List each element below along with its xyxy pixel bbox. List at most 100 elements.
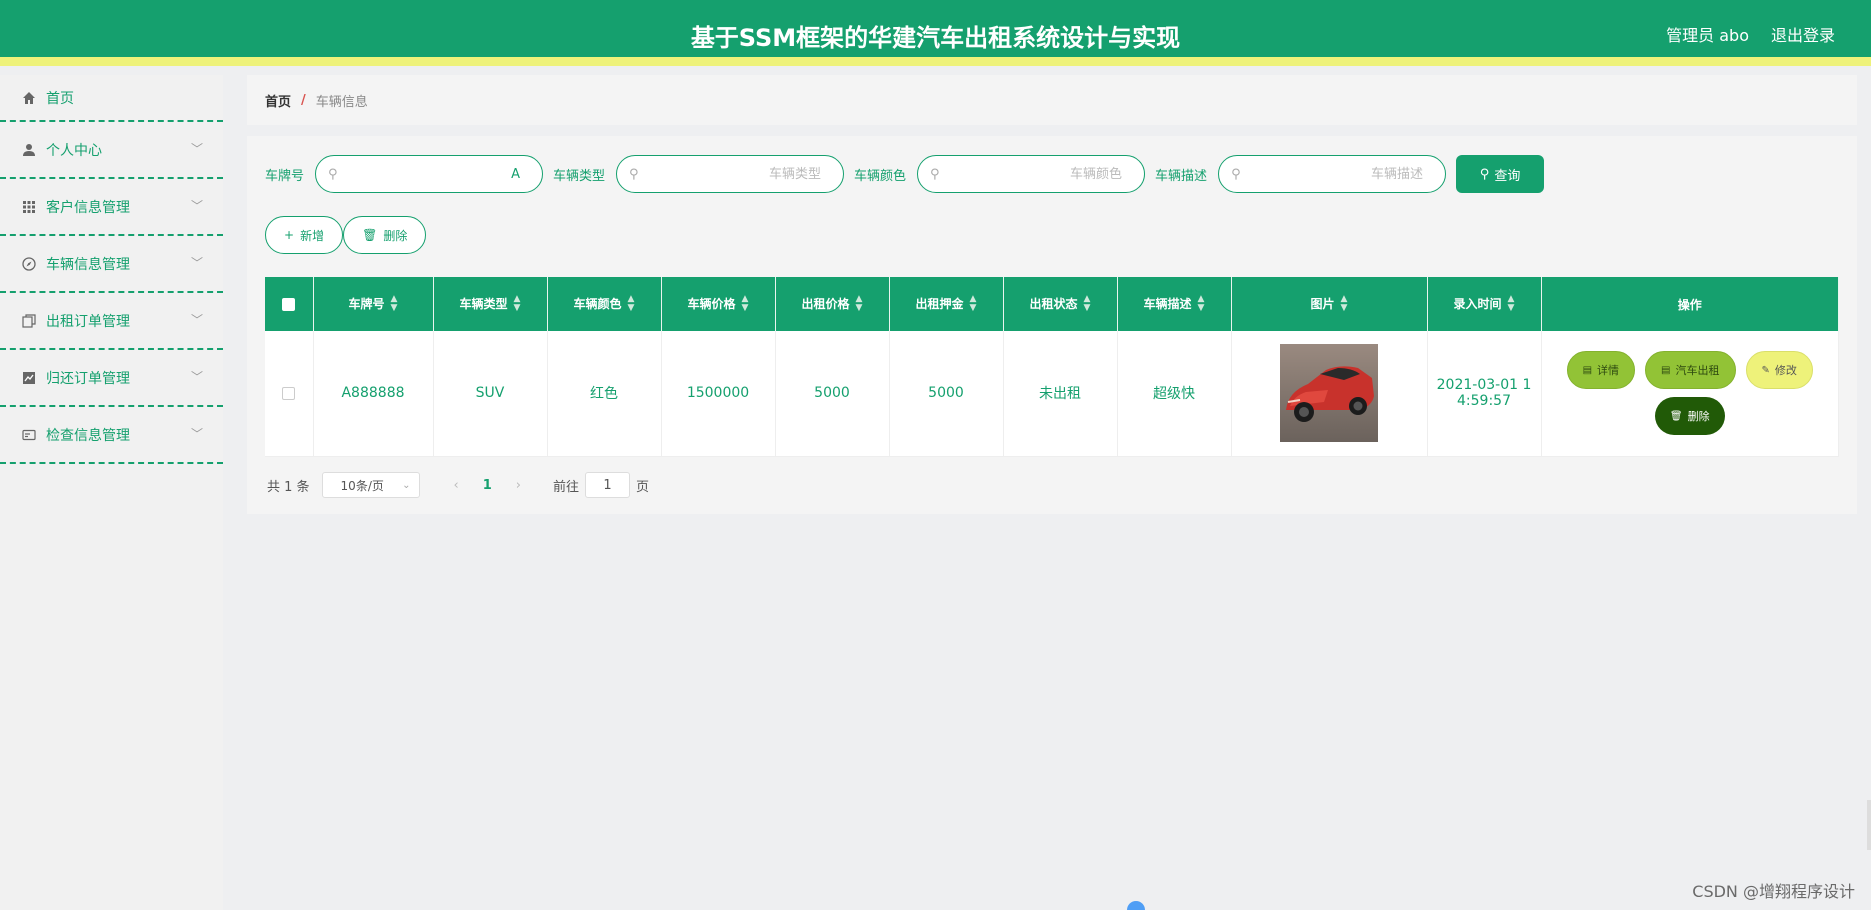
sort-icon: ▲ ▼ bbox=[1507, 294, 1515, 314]
type-search-input[interactable]: ⚲ bbox=[616, 155, 845, 193]
sidebar-item-label: 个人中心 bbox=[46, 142, 102, 159]
breadcrumb-home[interactable]: 首页 bbox=[265, 91, 291, 110]
car-photo[interactable] bbox=[1280, 344, 1378, 443]
watermark: CSDN @增翔程序设计 bbox=[1692, 882, 1855, 901]
edit-button[interactable]: ✎ 修改 bbox=[1745, 351, 1813, 390]
page-size-select[interactable]: 10条/页 ⌄ bbox=[321, 472, 420, 498]
desc-search-field[interactable] bbox=[1249, 164, 1424, 184]
desc-label: 车辆描述 bbox=[1155, 168, 1208, 184]
query-button[interactable]: ⚲ 查询 bbox=[1456, 155, 1545, 193]
table-row: A888888 SUV 红色 1500000 5000 5000 未出租 超级快 bbox=[265, 331, 1839, 457]
row-checkbox[interactable] bbox=[282, 386, 296, 400]
sidebar-item-label: 检查信息管理 bbox=[46, 427, 130, 444]
col-deposit[interactable]: 出租押金 ▲ ▼ bbox=[889, 277, 1004, 331]
cell-rent-price: 5000 bbox=[775, 331, 890, 457]
sidebar-item-vehicles[interactable]: 车辆信息管理 ﹀ bbox=[0, 236, 223, 293]
cell-time: 2021-03-01 1 4:59:57 bbox=[1427, 331, 1542, 457]
sort-icon: ▲ ▼ bbox=[1197, 294, 1205, 314]
user-icon bbox=[21, 142, 37, 158]
col-image[interactable]: 图片 ▲ ▼ bbox=[1231, 277, 1428, 331]
plus-icon: + bbox=[284, 228, 295, 242]
trash-icon: 🗑 bbox=[1669, 410, 1683, 422]
cell-ops: ▤ 详情 ▤ 汽车出租 ✎ 修改 🗑 删除 bbox=[1541, 331, 1839, 457]
page-number[interactable]: 1 bbox=[483, 478, 492, 493]
chevron-down-icon: ﹀ bbox=[190, 312, 203, 327]
col-label: 操作 bbox=[1677, 297, 1702, 312]
color-search-input[interactable]: ⚲ bbox=[917, 155, 1146, 193]
sidebar-item-home[interactable]: 首页 bbox=[0, 75, 223, 122]
goto-page-input[interactable]: 1 bbox=[585, 472, 631, 498]
desc-search-input[interactable]: ⚲ bbox=[1218, 155, 1447, 193]
floating-dot bbox=[1127, 901, 1145, 910]
col-desc[interactable]: 车辆描述 ▲ ▼ bbox=[1117, 277, 1232, 331]
chart-icon bbox=[21, 370, 37, 386]
search-bar: 车牌号 ⚲ 车辆类型 ⚲ 车辆颜色 ⚲ 车辆描述 ⚲ ⚲ 查询 bbox=[265, 155, 1545, 193]
type-label: 车辆类型 bbox=[553, 168, 606, 184]
type-search-field[interactable] bbox=[647, 164, 822, 184]
pencil-icon: ✎ bbox=[1761, 364, 1770, 376]
chevron-down-icon: ﹀ bbox=[190, 426, 203, 441]
col-rent-price[interactable]: 出租价格 ▲ ▼ bbox=[775, 277, 890, 331]
app-title: 基于SSM框架的华建汽车出租系统设计与实现 bbox=[690, 24, 1181, 52]
add-button[interactable]: + 新增 bbox=[265, 216, 344, 254]
sidebar-item-rental-orders[interactable]: 出租订单管理 ﹀ bbox=[0, 293, 223, 350]
time-line-2: 4:59:57 bbox=[1457, 393, 1511, 410]
color-search-field[interactable] bbox=[948, 164, 1123, 184]
col-label: 车牌号 bbox=[348, 296, 385, 311]
cell-plate: A888888 bbox=[313, 331, 434, 457]
col-type[interactable]: 车辆类型 ▲ ▼ bbox=[433, 277, 548, 331]
plate-search-field[interactable] bbox=[346, 164, 521, 184]
cell-deposit: 5000 bbox=[889, 331, 1004, 457]
current-user: 管理员 abo bbox=[1666, 26, 1749, 45]
col-label: 出租状态 bbox=[1029, 296, 1078, 311]
chevron-down-icon: ﹀ bbox=[190, 255, 203, 270]
detail-button[interactable]: ▤ 详情 bbox=[1566, 351, 1636, 390]
sidebar-item-label: 首页 bbox=[46, 90, 74, 107]
sort-icon: ▲ ▼ bbox=[1083, 294, 1091, 314]
card-icon bbox=[21, 427, 37, 443]
top-header: 基于SSM框架的华建汽车出租系统设计与实现 管理员 abo 退出登录 bbox=[0, 0, 1871, 66]
col-time[interactable]: 录入时间 ▲ ▼ bbox=[1427, 277, 1542, 331]
col-label: 出租押金 bbox=[915, 296, 964, 311]
col-label: 出租价格 bbox=[801, 296, 850, 311]
sort-icon: ▲ ▼ bbox=[855, 294, 863, 314]
sidebar-item-inspections[interactable]: 检查信息管理 ﹀ bbox=[0, 407, 223, 464]
col-label: 车辆价格 bbox=[687, 296, 736, 311]
sidebar-item-customers[interactable]: 客户信息管理 ﹀ bbox=[0, 179, 223, 236]
sort-icon: ▲ ▼ bbox=[513, 294, 521, 314]
grid-icon bbox=[21, 199, 37, 215]
col-status[interactable]: 出租状态 ▲ ▼ bbox=[1003, 277, 1118, 331]
sidebar-item-label: 出租订单管理 bbox=[46, 313, 130, 330]
prev-page-icon[interactable]: ‹ bbox=[454, 478, 459, 493]
select-all-checkbox[interactable] bbox=[282, 298, 296, 311]
col-price[interactable]: 车辆价格 ▲ ▼ bbox=[661, 277, 776, 331]
row-select-cell[interactable] bbox=[265, 331, 314, 457]
select-all-cell[interactable] bbox=[265, 277, 314, 331]
plate-search-input[interactable]: ⚲ bbox=[315, 155, 544, 193]
search-icon: ⚲ bbox=[328, 167, 338, 182]
search-icon: ⚲ bbox=[930, 167, 940, 182]
trash-icon: 🗑 bbox=[362, 228, 378, 242]
detail-label: 详情 bbox=[1597, 364, 1620, 378]
sort-icon: ▲ ▼ bbox=[969, 294, 977, 314]
sort-icon: ▲ ▼ bbox=[741, 294, 749, 314]
col-color[interactable]: 车辆颜色 ▲ ▼ bbox=[547, 277, 662, 331]
document-icon: ▤ bbox=[1661, 364, 1671, 376]
sidebar-item-return-orders[interactable]: 归还订单管理 ﹀ bbox=[0, 350, 223, 407]
logout-link[interactable]: 退出登录 bbox=[1771, 22, 1835, 46]
delete-button[interactable]: 🗑 删除 bbox=[1654, 397, 1725, 436]
rent-button[interactable]: ▤ 汽车出租 bbox=[1645, 351, 1736, 390]
main-content: 首页 / 车辆信息 车牌号 ⚲ 车辆类型 ⚲ 车辆颜色 ⚲ 车辆描述 ⚲ bbox=[247, 75, 1857, 514]
sidebar-item-profile[interactable]: 个人中心 ﹀ bbox=[0, 122, 223, 179]
row-actions: ▤ 详情 ▤ 汽车出租 ✎ 修改 🗑 删除 bbox=[1560, 351, 1820, 436]
search-icon: ⚲ bbox=[1231, 167, 1241, 182]
sort-icon: ▲ ▼ bbox=[627, 294, 635, 314]
next-page-icon[interactable]: › bbox=[516, 478, 521, 493]
col-label: 车辆描述 bbox=[1143, 296, 1192, 311]
action-bar: + 新增 🗑 删除 bbox=[265, 216, 427, 254]
chevron-down-icon: ﹀ bbox=[190, 141, 203, 156]
scrollbar[interactable] bbox=[1867, 800, 1871, 850]
col-plate[interactable]: 车牌号 ▲ ▼ bbox=[313, 277, 434, 331]
batch-delete-button[interactable]: 🗑 删除 bbox=[343, 216, 427, 254]
copy-icon bbox=[21, 313, 37, 329]
